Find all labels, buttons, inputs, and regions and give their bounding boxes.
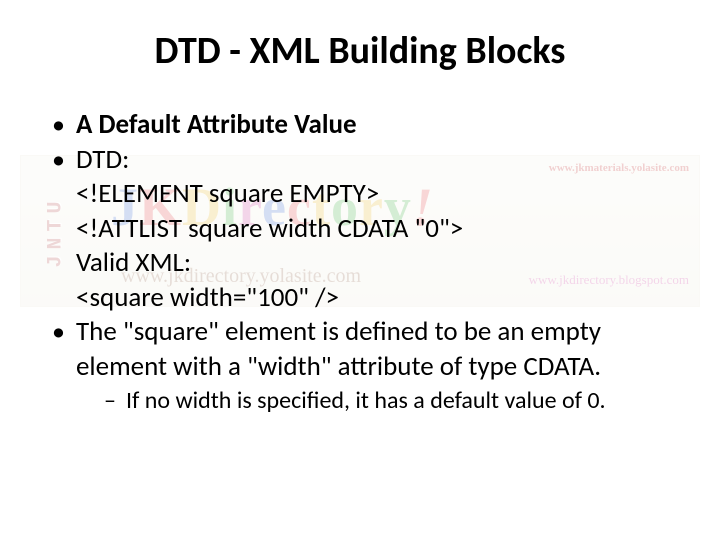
- bullet-1: A Default Attribute Value: [52, 108, 682, 143]
- sub-bullet-1-text: If no width is specified, it has a defau…: [126, 386, 606, 415]
- bullet-list: A Default Attribute Value DTD: <!ELEMENT…: [38, 108, 682, 417]
- slide: JNTU www.jkmaterials.yolasite.com JKDire…: [0, 0, 720, 540]
- slide-title: DTD - XML Building Blocks: [38, 28, 682, 74]
- bullet-2-line1: <!ELEMENT square EMPTY>: [76, 177, 682, 212]
- bullet-2: DTD: <!ELEMENT square EMPTY> <!ATTLIST s…: [52, 143, 682, 316]
- content-area: DTD - XML Building Blocks A Default Attr…: [0, 0, 720, 417]
- sub-bullet-1: If no width is specified, it has a defau…: [104, 386, 682, 417]
- bullet-3-text: The "square" element is defined to be an…: [76, 315, 601, 383]
- bullet-3: The "square" element is defined to be an…: [52, 315, 682, 417]
- bullet-2-validline: <square width="100" />: [76, 281, 682, 316]
- bullet-2-intro: DTD:: [76, 143, 129, 176]
- bullet-2-validlabel: Valid XML:: [76, 246, 682, 281]
- sub-bullet-list: If no width is specified, it has a defau…: [76, 386, 682, 417]
- bullet-1-text: A Default Attribute Value: [76, 108, 357, 141]
- bullet-2-line2: <!ATTLIST square width CDATA "0">: [76, 212, 682, 247]
